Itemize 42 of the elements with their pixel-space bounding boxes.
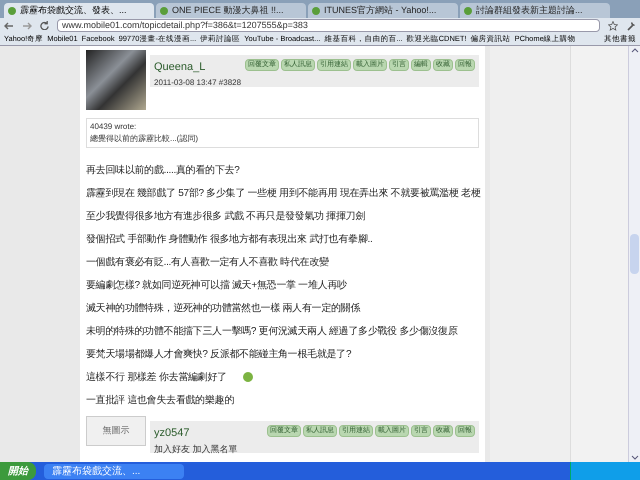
star-icon[interactable] bbox=[608, 20, 618, 30]
post-paragraph: 要梵天場場都爆人才會爽快? 反派都不能碰主角一根毛就是了? bbox=[86, 348, 352, 362]
post-paragraph: 再去回味以前的戲.....真的看的下去? bbox=[86, 164, 240, 178]
post-paragraph: 至少我覺得很多地方有進步很多 武戲 不再只是發發氣功 揮揮刀劍 bbox=[86, 210, 366, 224]
author-name[interactable]: Queena_L bbox=[154, 59, 242, 76]
wrench-icon[interactable] bbox=[626, 20, 636, 30]
address-field[interactable]: www.mobile01.com/topicdetail.php?f=386&t=1207555&p=383 bbox=[57, 19, 600, 32]
post-paragraph: 這樣不行 那樣差 你去當編劇好了 bbox=[86, 370, 227, 384]
post-paragraph: 發個招式 手部動作 身體動作 很多地方都有表現出來 武打也有拳腳.. bbox=[86, 232, 372, 246]
site-icon bbox=[8, 6, 16, 14]
tab-title: 討論群組發表新主題討論... bbox=[476, 4, 584, 17]
scroll-down-icon[interactable] bbox=[630, 454, 638, 462]
site-icon bbox=[464, 6, 472, 14]
browser-tab[interactable]: ITUNES官方網站 - Yahoo!... bbox=[308, 3, 458, 18]
scrollbar[interactable] bbox=[628, 46, 640, 462]
tab-title: ITUNES官方網站 - Yahoo!... bbox=[324, 4, 438, 17]
post-paragraph: 一直批評 這也會失去看戲的樂趣的 bbox=[86, 394, 234, 408]
browser-tab[interactable]: 霹靂布袋戲交流、發表、... bbox=[4, 3, 154, 18]
tab-title: 霹靂布袋戲交流、發表、... bbox=[20, 4, 128, 17]
scroll-up-icon[interactable] bbox=[630, 46, 638, 54]
taskbar-window-button[interactable]: 霹靂布袋戲交流、... bbox=[44, 464, 184, 478]
browser-tab[interactable]: 討論群組發表新主題討論... bbox=[460, 3, 610, 18]
site-icon bbox=[312, 6, 320, 14]
quote-text: 總覺得以前的霹靂比較...(認同) bbox=[90, 133, 199, 145]
browser-tab[interactable]: ONE PIECE 動漫大鼻祖 !!... bbox=[156, 3, 306, 18]
start-button[interactable]: 開始 bbox=[0, 462, 36, 480]
tab-title: ONE PIECE 動漫大鼻祖 !!... bbox=[172, 4, 285, 17]
scrollbar-thumb[interactable] bbox=[630, 234, 639, 274]
post-paragraph: 未明的特殊的功體不能擋下三人一擊嗎? 更何況滅天兩人 經過了多少戰役 多少傷沒復原 bbox=[86, 324, 458, 338]
author-name[interactable]: yz0547 bbox=[154, 425, 238, 442]
system-tray bbox=[570, 462, 640, 480]
post-time: 2011-03-08 13:47 #3828 bbox=[154, 76, 242, 88]
avatar-label: 無圖示 bbox=[102, 424, 130, 438]
back-icon[interactable] bbox=[4, 22, 14, 30]
quote-author: 40439 wrote: bbox=[90, 121, 138, 133]
reload-icon[interactable] bbox=[40, 21, 49, 30]
site-icon bbox=[160, 6, 168, 14]
post-paragraph: 霹靂到現在 幾部戲了 57部? 多少集了 一些梗 用到不能再用 現在弄出來 不就要被罵濫梗 老梗 bbox=[86, 186, 481, 200]
friend-links[interactable]: 加入好友 加入黑名單 bbox=[154, 442, 238, 456]
post-paragraph: 一個戲有褒必有貶...有人喜歡一定有人不喜歡 時代在改變 bbox=[86, 256, 329, 270]
post-paragraph: 滅天神的功體特殊，逆死神的功體當然也一樣 兩人有一定的關係 bbox=[86, 302, 360, 316]
post-paragraph: 要編劇怎樣? 就如同逆死神可以擋 滅天+無恐一掌 一堆人再吵 bbox=[86, 278, 347, 292]
